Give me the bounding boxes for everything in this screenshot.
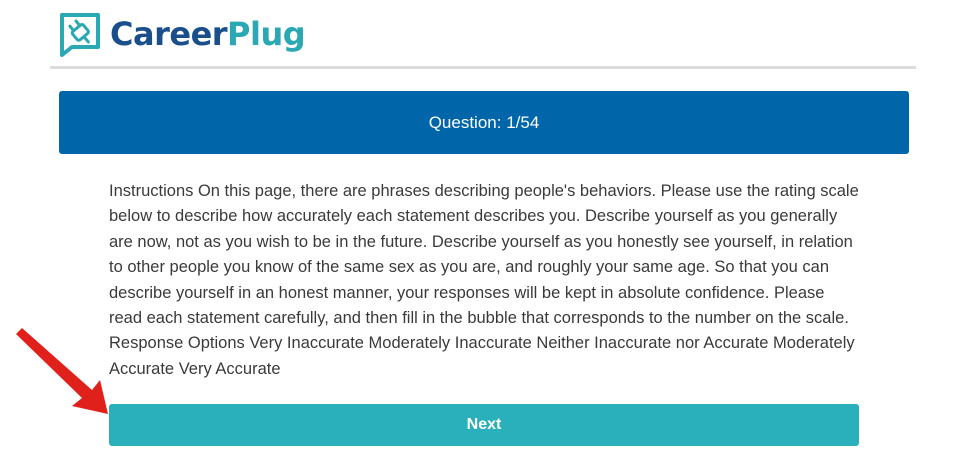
careerplug-logo[interactable]: CareerPlug xyxy=(58,10,306,58)
header: CareerPlug xyxy=(50,0,916,69)
plug-chat-bubble-icon xyxy=(60,13,100,57)
brand-name-part1: Career xyxy=(110,15,228,53)
question-counter-bar: Question: 1/54 xyxy=(59,91,909,154)
instructions-text: Instructions On this page, there are phr… xyxy=(109,182,859,378)
brand-name-part2: Plug xyxy=(227,15,306,53)
question-counter-label: Question: 1/54 xyxy=(428,112,540,132)
brand-name: CareerPlug xyxy=(110,15,306,53)
red-pointer-arrow-icon xyxy=(16,328,108,414)
next-button[interactable]: Next xyxy=(109,404,859,446)
page: CareerPlug Question: 1/54 Instructions O… xyxy=(0,0,965,476)
